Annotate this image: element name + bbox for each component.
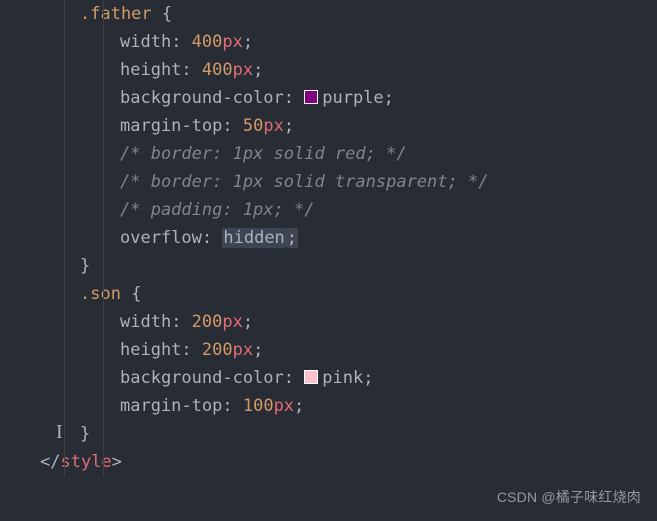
css-property: width <box>120 312 171 332</box>
css-value: pink <box>322 368 363 388</box>
css-unit: px <box>263 116 283 136</box>
code-line: </style> <box>40 448 657 476</box>
code-line: margin-top: 50px; <box>40 112 657 140</box>
css-number: 200 <box>192 312 223 332</box>
code-line: } <box>40 252 657 280</box>
css-value-highlight: hidden <box>222 228 285 248</box>
code-line: /* border: 1px solid red; */ <box>40 140 657 168</box>
css-property: background-color <box>120 368 284 388</box>
color-swatch-icon <box>304 370 318 384</box>
brace: } <box>80 424 90 444</box>
code-line: margin-top: 100px; <box>40 392 657 420</box>
css-unit: px <box>233 60 253 80</box>
code-line: background-color: purple; <box>40 84 657 112</box>
code-line: } <box>40 420 657 448</box>
css-number: 400 <box>202 60 233 80</box>
css-property: margin-top <box>120 116 222 136</box>
css-selector: .father <box>80 4 152 24</box>
css-unit: px <box>222 312 242 332</box>
code-line: /* border: 1px solid transparent; */ <box>40 168 657 196</box>
css-value: purple <box>322 88 383 108</box>
brace: { <box>121 284 141 304</box>
code-line: overflow: hidden; <box>40 224 657 252</box>
css-selector: .son <box>80 284 121 304</box>
code-line: .father { <box>40 0 657 28</box>
text-cursor-icon: I <box>56 418 63 446</box>
css-property: background-color <box>120 88 284 108</box>
brace: } <box>80 256 90 276</box>
css-unit: px <box>274 396 294 416</box>
code-line: .son { <box>40 280 657 308</box>
css-number: 50 <box>243 116 263 136</box>
css-comment: /* border: 1px solid transparent; */ <box>120 172 488 192</box>
code-line: width: 400px; <box>40 28 657 56</box>
css-property: width <box>120 32 171 52</box>
css-unit: px <box>233 340 253 360</box>
watermark: CSDN @橘子味红烧肉 <box>497 483 641 511</box>
indent-guide <box>103 0 104 476</box>
css-number: 200 <box>202 340 233 360</box>
css-number: 400 <box>192 32 223 52</box>
css-comment: /* padding: 1px; */ <box>120 200 314 220</box>
css-property: margin-top <box>120 396 222 416</box>
css-property: height <box>120 60 181 80</box>
css-comment: /* border: 1px solid red; */ <box>120 144 407 164</box>
code-line: width: 200px; <box>40 308 657 336</box>
code-line: height: 400px; <box>40 56 657 84</box>
code-line: /* padding: 1px; */ <box>40 196 657 224</box>
css-property: height <box>120 340 181 360</box>
css-property: overflow <box>120 228 202 248</box>
indent-guide <box>64 0 65 476</box>
css-number: 100 <box>243 396 274 416</box>
brace: { <box>152 4 172 24</box>
css-unit: px <box>222 32 242 52</box>
code-line: background-color: pink; <box>40 364 657 392</box>
color-swatch-icon <box>304 90 318 104</box>
code-line: height: 200px; <box>40 336 657 364</box>
code-editor[interactable]: .father { width: 400px; height: 400px; b… <box>0 0 657 476</box>
